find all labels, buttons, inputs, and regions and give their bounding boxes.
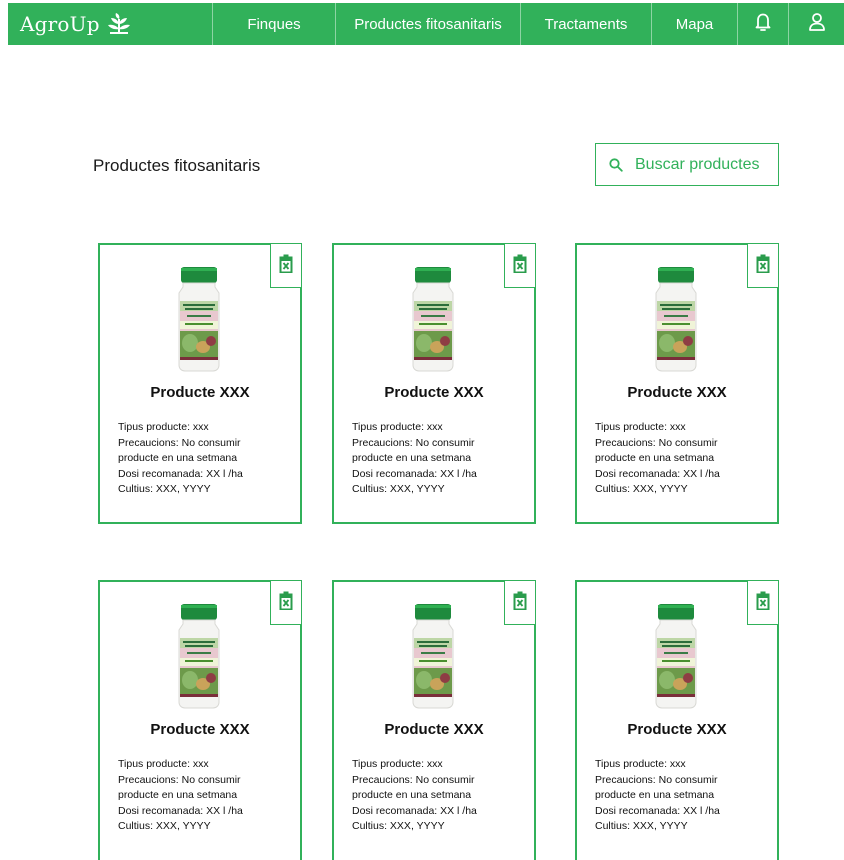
leaf-logo-icon	[106, 13, 132, 35]
product-name: Producte XXX	[384, 384, 484, 401]
product-details: Tipus producte: xxx Precaucions: No cons…	[118, 757, 298, 835]
product-card[interactable]: Producte XXX Tipus producte: xxx Precauc…	[98, 580, 302, 860]
product-bottle-image	[650, 265, 702, 373]
product-precautions-line1: Precaucions: No consumir	[118, 773, 241, 786]
brand-logo[interactable]: AgroUp	[8, 3, 213, 45]
product-card[interactable]: Producte XXX Tipus producte: xxx Precauc…	[98, 243, 302, 524]
product-details: Tipus producte: xxx Precaucions: No cons…	[352, 420, 532, 498]
product-dose: Dosi recomanada: XX l /ha	[595, 467, 720, 480]
product-precautions-line2: producte en una setmana	[118, 789, 238, 801]
product-type: Tipus producte: xxx	[595, 758, 686, 770]
product-crops: Cultius: XXX, YYYY	[352, 820, 445, 832]
search-icon	[609, 157, 623, 172]
search-products-button[interactable]: Buscar productes	[595, 143, 779, 186]
delete-product-button[interactable]	[270, 580, 302, 625]
product-name: Producte XXX	[150, 384, 250, 401]
top-navbar: AgroUp Finques Productes fitosanitaris T…	[8, 3, 844, 45]
product-type: Tipus producte: xxx	[595, 421, 686, 433]
product-precautions-line2: producte en una setmana	[352, 789, 472, 801]
product-crops: Cultius: XXX, YYYY	[352, 483, 445, 495]
product-precautions-line1: Precaucions: No consumir	[595, 773, 718, 786]
product-details: Tipus producte: xxx Precaucions: No cons…	[595, 420, 775, 498]
product-card[interactable]: Producte XXX Tipus producte: xxx Precauc…	[332, 243, 536, 524]
product-crops: Cultius: XXX, YYYY	[595, 820, 688, 832]
product-dose: Dosi recomanada: XX l /ha	[595, 804, 720, 817]
product-crops: Cultius: XXX, YYYY	[118, 820, 211, 832]
product-name: Producte XXX	[150, 721, 250, 738]
product-crops: Cultius: XXX, YYYY	[595, 483, 688, 495]
product-precautions-line1: Precaucions: No consumir	[595, 436, 718, 449]
product-bottle-image	[650, 602, 702, 710]
product-name: Producte XXX	[384, 721, 484, 738]
product-dose: Dosi recomanada: XX l /ha	[118, 804, 243, 817]
nav-item-productes-fitosanitaris[interactable]: Productes fitosanitaris	[336, 3, 521, 45]
product-bottle-image	[407, 265, 459, 373]
user-icon	[808, 12, 826, 36]
user-profile-button[interactable]	[789, 3, 844, 45]
nav-item-mapa[interactable]: Mapa	[652, 3, 738, 45]
delete-product-button[interactable]	[747, 243, 779, 288]
product-bottle-image	[173, 265, 225, 373]
product-type: Tipus producte: xxx	[118, 758, 209, 770]
product-dose: Dosi recomanada: XX l /ha	[352, 467, 477, 480]
nav-item-tractaments[interactable]: Tractaments	[521, 3, 652, 45]
product-precautions-line2: producte en una setmana	[352, 452, 472, 464]
delete-product-button[interactable]	[504, 580, 536, 625]
notifications-button[interactable]	[738, 3, 789, 45]
product-crops: Cultius: XXX, YYYY	[118, 483, 211, 495]
search-products-label: Buscar productes	[635, 155, 760, 173]
product-type: Tipus producte: xxx	[352, 421, 443, 433]
product-name: Producte XXX	[627, 721, 727, 738]
product-type: Tipus producte: xxx	[118, 421, 209, 433]
delete-icon	[513, 591, 527, 615]
product-precautions-line2: producte en una setmana	[595, 452, 715, 464]
delete-icon	[279, 254, 293, 278]
delete-icon	[513, 254, 527, 278]
delete-icon	[279, 591, 293, 615]
product-card[interactable]: Producte XXX Tipus producte: xxx Precauc…	[575, 243, 779, 524]
product-precautions-line1: Precaucions: No consumir	[352, 773, 475, 786]
bell-icon	[754, 12, 772, 36]
product-details: Tipus producte: xxx Precaucions: No cons…	[118, 420, 298, 498]
delete-product-button[interactable]	[270, 243, 302, 288]
product-details: Tipus producte: xxx Precaucions: No cons…	[352, 757, 532, 835]
delete-product-button[interactable]	[747, 580, 779, 625]
product-card[interactable]: Producte XXX Tipus producte: xxx Precauc…	[575, 580, 779, 860]
product-precautions-line1: Precaucions: No consumir	[352, 436, 475, 449]
product-type: Tipus producte: xxx	[352, 758, 443, 770]
brand-name: AgroUp	[20, 12, 100, 36]
delete-icon	[756, 254, 770, 278]
product-precautions-line2: producte en una setmana	[595, 789, 715, 801]
delete-product-button[interactable]	[504, 243, 536, 288]
product-dose: Dosi recomanada: XX l /ha	[352, 804, 477, 817]
delete-icon	[756, 591, 770, 615]
product-card[interactable]: Producte XXX Tipus producte: xxx Precauc…	[332, 580, 536, 860]
product-details: Tipus producte: xxx Precaucions: No cons…	[595, 757, 775, 835]
product-precautions-line1: Precaucions: No consumir	[118, 436, 241, 449]
product-precautions-line2: producte en una setmana	[118, 452, 238, 464]
product-bottle-image	[173, 602, 225, 710]
product-name: Producte XXX	[627, 384, 727, 401]
product-bottle-image	[407, 602, 459, 710]
product-dose: Dosi recomanada: XX l /ha	[118, 467, 243, 480]
page-title: Productes fitosanitaris	[93, 156, 261, 175]
nav-item-finques[interactable]: Finques	[213, 3, 336, 45]
